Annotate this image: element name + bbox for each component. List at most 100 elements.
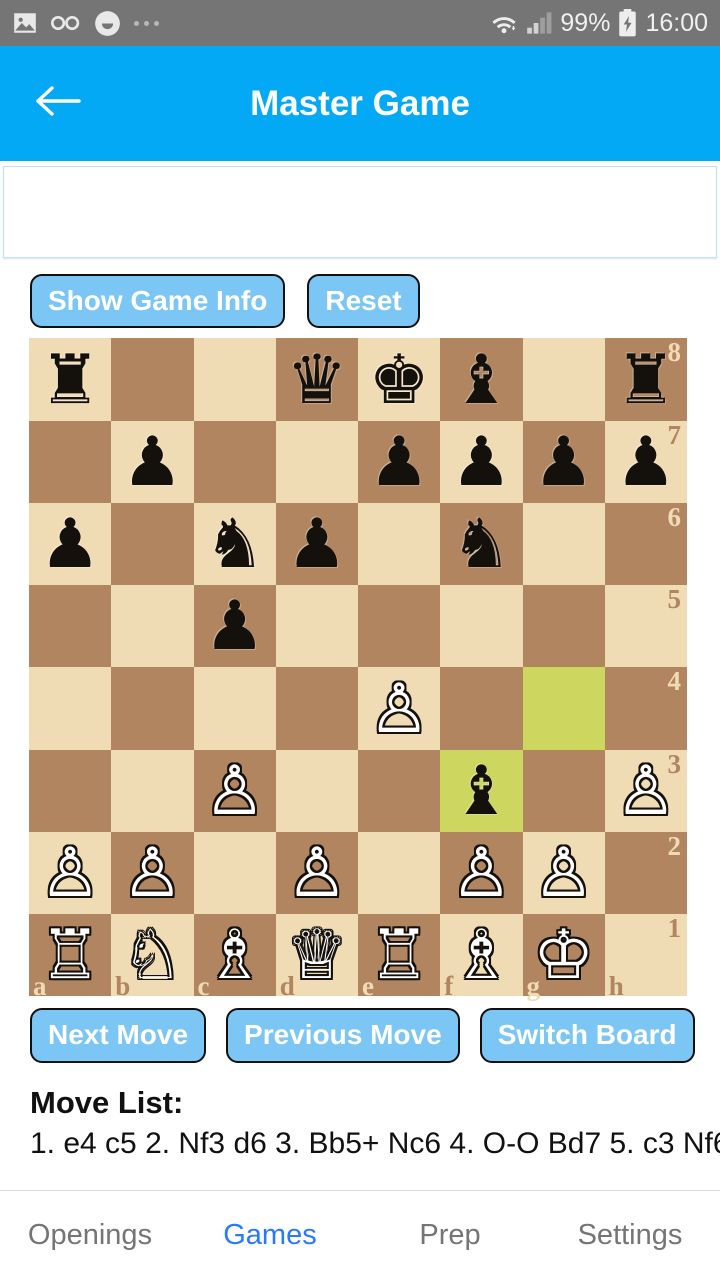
piece-black-pawn-g7[interactable]: ♟: [533, 428, 594, 496]
move-list-text[interactable]: 1. e4 c5 2. Nf3 d6 3. Bb5+ Nc6 4. O-O Bd…: [30, 1127, 720, 1155]
board-square-g6[interactable]: [522, 502, 605, 586]
board-square-g7[interactable]: ♟: [522, 420, 605, 503]
board-square-c5[interactable]: ♟: [193, 585, 276, 668]
board-square-a1[interactable]: ♖ a: [29, 914, 112, 1001]
nav-item-games[interactable]: Games: [180, 1219, 360, 1252]
board-square-e8[interactable]: ♚: [358, 338, 441, 421]
board-square-h4[interactable]: 4: [604, 666, 687, 750]
board-square-e2[interactable]: [358, 831, 441, 915]
board-square-d6[interactable]: ♟: [275, 502, 358, 586]
board-square-f7[interactable]: ♟: [440, 420, 523, 503]
piece-black-knight-f6[interactable]: ♞: [451, 510, 512, 578]
board-square-d7[interactable]: [275, 420, 358, 503]
piece-white-pawn-a2[interactable]: ♙: [40, 839, 101, 907]
board-square-g2[interactable]: ♙: [522, 831, 605, 915]
piece-white-knight-b1[interactable]: ♘: [122, 921, 183, 989]
next-move-button[interactable]: Next Move: [30, 1008, 207, 1063]
board-square-h5[interactable]: 5: [604, 584, 687, 668]
board-square-h2[interactable]: 2: [604, 831, 687, 915]
piece-black-queen-d8[interactable]: ♛: [286, 346, 347, 414]
board-square-g1[interactable]: ♔ g: [522, 914, 605, 1001]
piece-black-pawn-c5[interactable]: ♟: [204, 592, 265, 660]
board-square-c4[interactable]: [193, 667, 276, 750]
piece-black-pawn-e7[interactable]: ♟: [369, 428, 430, 496]
board-square-g4[interactable]: [522, 667, 605, 750]
board-square-c7[interactable]: [193, 420, 276, 503]
piece-white-pawn-c3[interactable]: ♙: [204, 757, 265, 825]
piece-white-pawn-e4[interactable]: ♙: [369, 675, 430, 743]
board-square-e6[interactable]: [358, 502, 441, 586]
board-square-b8[interactable]: [111, 338, 194, 421]
show-game-info-button[interactable]: Show Game Info: [30, 274, 286, 329]
board-square-g5[interactable]: [522, 585, 605, 668]
board-square-d1[interactable]: ♕ d: [275, 914, 358, 1001]
board-square-h7[interactable]: ♟ 7: [604, 420, 687, 503]
board-square-a8[interactable]: ♜: [29, 338, 112, 421]
piece-black-king-e8[interactable]: ♚: [369, 346, 430, 414]
nav-item-openings[interactable]: Openings: [0, 1219, 180, 1252]
piece-black-bishop-f3[interactable]: ♝: [451, 757, 512, 825]
board-square-c8[interactable]: [193, 338, 276, 421]
piece-black-pawn-f7[interactable]: ♟: [451, 428, 512, 496]
board-square-f3[interactable]: ♝: [440, 749, 523, 832]
board-square-c3[interactable]: ♙: [193, 749, 276, 832]
nav-item-settings[interactable]: Settings: [540, 1219, 720, 1252]
piece-white-pawn-b2[interactable]: ♙: [122, 839, 183, 907]
board-square-b6[interactable]: [111, 502, 194, 586]
board-square-b2[interactable]: ♙: [111, 831, 194, 915]
piece-black-pawn-d6[interactable]: ♟: [286, 510, 347, 578]
board-square-f6[interactable]: ♞: [440, 502, 523, 586]
board-square-b3[interactable]: [111, 749, 194, 832]
board-square-e1[interactable]: ♖ e: [358, 914, 441, 1001]
board-square-h1[interactable]: 1h: [604, 913, 687, 1001]
piece-white-king-g1[interactable]: ♔: [533, 921, 594, 989]
board-square-g3[interactable]: [522, 749, 605, 832]
board-square-f1[interactable]: ♗ f: [440, 914, 523, 1001]
board-square-a5[interactable]: [29, 585, 112, 668]
board-square-e5[interactable]: [358, 585, 441, 668]
board-square-h8[interactable]: ♜ 8: [604, 337, 687, 421]
board-square-a6[interactable]: ♟: [29, 502, 112, 586]
board-square-e4[interactable]: ♙: [358, 667, 441, 750]
board-square-d2[interactable]: ♙: [275, 831, 358, 915]
piece-white-queen-d1[interactable]: ♕: [286, 921, 347, 989]
chess-board[interactable]: ♜ ♛ ♚ ♝ ♜ 8 ♟ ♟ ♟ ♟ ♟ 7 ♟ ♞ ♟ ♞ 6 ♟ 5 ♙ 4 ♙ ♝ ♙ 3 ♙ ♙ ♙ ♙ ♙ 2 ♖ a ♘ b ♗ c ♕ d ♖…: [29, 337, 687, 1001]
reset-button[interactable]: Reset: [307, 274, 420, 329]
board-square-c2[interactable]: [193, 831, 276, 915]
piece-black-pawn-a6[interactable]: ♟: [40, 510, 101, 578]
board-square-b1[interactable]: ♘ b: [111, 914, 194, 1001]
piece-black-rook-a8[interactable]: ♜: [40, 346, 101, 414]
nav-item-prep[interactable]: Prep: [360, 1219, 540, 1252]
board-square-b4[interactable]: [111, 667, 194, 750]
board-square-f5[interactable]: [440, 585, 523, 668]
board-square-d4[interactable]: [275, 667, 358, 750]
board-square-g8[interactable]: [522, 338, 605, 421]
board-square-b5[interactable]: [111, 585, 194, 668]
piece-white-bishop-c1[interactable]: ♗: [204, 921, 265, 989]
piece-white-pawn-g2[interactable]: ♙: [533, 839, 594, 907]
piece-white-rook-a1[interactable]: ♖: [40, 921, 101, 989]
previous-move-button[interactable]: Previous Move: [226, 1008, 460, 1063]
board-square-d5[interactable]: [275, 585, 358, 668]
board-square-b7[interactable]: ♟: [111, 420, 194, 503]
piece-white-bishop-f1[interactable]: ♗: [451, 921, 512, 989]
back-button[interactable]: [22, 68, 94, 140]
board-square-a3[interactable]: [29, 749, 112, 832]
piece-black-pawn-b7[interactable]: ♟: [122, 428, 183, 496]
board-square-f4[interactable]: [440, 667, 523, 750]
board-square-d8[interactable]: ♛: [275, 338, 358, 421]
board-square-f8[interactable]: ♝: [440, 338, 523, 421]
board-square-a2[interactable]: ♙: [29, 831, 112, 915]
board-square-e3[interactable]: [358, 749, 441, 832]
board-square-a7[interactable]: [29, 420, 112, 503]
board-square-e7[interactable]: ♟: [358, 420, 441, 503]
board-square-d3[interactable]: [275, 749, 358, 832]
board-square-f2[interactable]: ♙: [440, 831, 523, 915]
piece-white-pawn-f2[interactable]: ♙: [451, 839, 512, 907]
switch-board-button[interactable]: Switch Board: [479, 1008, 695, 1063]
board-square-c1[interactable]: ♗ c: [193, 914, 276, 1001]
piece-white-rook-e1[interactable]: ♖: [369, 921, 430, 989]
board-square-h3[interactable]: ♙ 3: [604, 749, 687, 832]
board-square-c6[interactable]: ♞: [193, 502, 276, 586]
board-square-h6[interactable]: 6: [604, 502, 687, 586]
